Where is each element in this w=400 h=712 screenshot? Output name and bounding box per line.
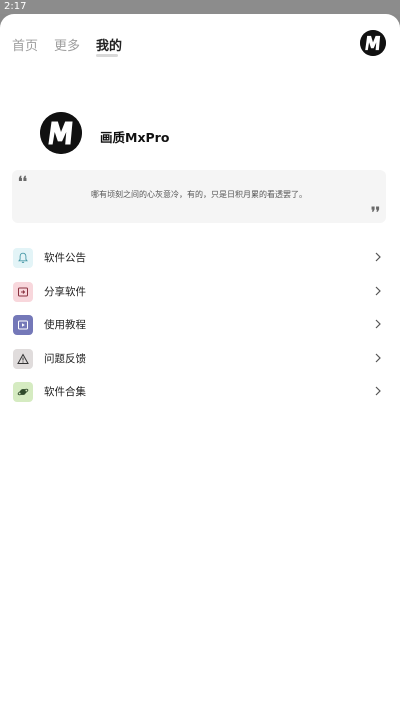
play-icon bbox=[13, 315, 33, 335]
menu-item-tutorial[interactable]: 使用教程 bbox=[0, 309, 400, 343]
tab-home[interactable]: 首页 bbox=[12, 35, 38, 54]
profile-page: 首页 更多 我的 画质MxPro ❛❛ 哪有顷刻之间的心灰意冷，有的，只是日积月… bbox=[0, 14, 400, 712]
menu-item-feedback[interactable]: 问题反馈 bbox=[0, 343, 400, 377]
profile-name: 画质MxPro bbox=[100, 130, 170, 145]
profile-avatar bbox=[40, 112, 82, 154]
status-time: 2:17 bbox=[4, 1, 27, 12]
quote-text: 哪有顷刻之间的心灰意冷，有的，只是日积月累的看透罢了。 bbox=[91, 190, 307, 199]
chevron-right-icon bbox=[374, 318, 382, 330]
m-logo-icon bbox=[360, 30, 386, 56]
menu-item-announcement[interactable]: 软件公告 bbox=[0, 242, 400, 276]
quote-card: ❛❛ 哪有顷刻之间的心灰意冷，有的，只是日积月累的看透罢了。 ❜❜ bbox=[12, 170, 386, 223]
menu-item-collection[interactable]: 软件合集 bbox=[0, 376, 400, 410]
status-bar: 2:17 bbox=[0, 0, 400, 14]
menu-item-label: 问题反馈 bbox=[44, 352, 86, 365]
quote-open-icon: ❛❛ bbox=[18, 174, 28, 190]
share-icon bbox=[13, 281, 33, 302]
chevron-right-icon bbox=[374, 352, 382, 364]
active-tab-indicator bbox=[96, 54, 118, 57]
tab-more[interactable]: 更多 bbox=[54, 35, 80, 54]
m-logo-icon bbox=[40, 112, 82, 154]
planet-icon bbox=[13, 382, 33, 402]
chevron-right-icon bbox=[374, 385, 382, 397]
menu-item-label: 分享软件 bbox=[44, 285, 86, 298]
top-navigation: 首页 更多 我的 bbox=[0, 14, 400, 72]
menu-item-label: 软件公告 bbox=[44, 252, 86, 264]
chevron-right-icon bbox=[374, 285, 382, 297]
tab-mine[interactable]: 我的 bbox=[96, 35, 122, 54]
chevron-right-icon bbox=[374, 251, 382, 263]
header-avatar[interactable] bbox=[360, 30, 386, 56]
quote-close-icon: ❜❜ bbox=[370, 205, 380, 221]
menu-item-label: 使用教程 bbox=[44, 319, 86, 331]
menu-list: 软件公告 分享软件 使用教程 问题反馈 软件合集 bbox=[0, 242, 400, 410]
menu-item-label: 软件合集 bbox=[44, 386, 86, 398]
bell-icon bbox=[13, 248, 33, 268]
warning-icon bbox=[13, 348, 33, 369]
menu-item-share[interactable]: 分享软件 bbox=[0, 276, 400, 310]
